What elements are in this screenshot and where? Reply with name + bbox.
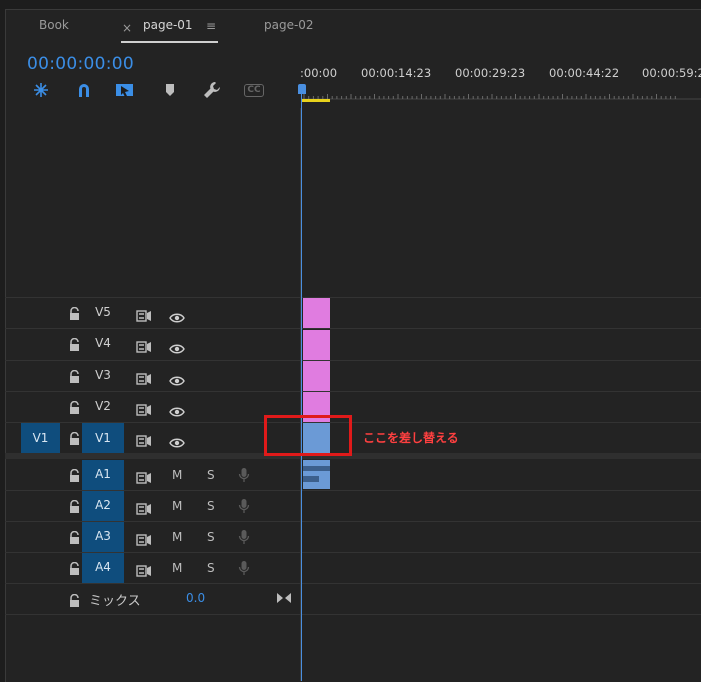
- solo-button[interactable]: S: [207, 530, 215, 544]
- lock-icon[interactable]: [68, 593, 80, 607]
- track-divider: [5, 614, 701, 615]
- playhead-line[interactable]: [301, 94, 302, 681]
- lock-icon[interactable]: [68, 431, 80, 445]
- video-track-header: [5, 392, 300, 422]
- lock-icon[interactable]: [68, 400, 80, 414]
- ripple-insert-icon[interactable]: [31, 81, 51, 99]
- clip-a1[interactable]: [303, 460, 330, 489]
- go-to-edit-point-icon[interactable]: [276, 589, 292, 608]
- sync-lock-icon[interactable]: [136, 562, 152, 581]
- video-track-header: [5, 361, 300, 391]
- mute-button[interactable]: M: [172, 530, 182, 544]
- panel-menu-icon[interactable]: ≡: [206, 19, 216, 33]
- lock-icon[interactable]: [68, 337, 80, 351]
- eye-icon[interactable]: [169, 402, 185, 421]
- linked-selection-icon[interactable]: [115, 81, 135, 99]
- track-name-a3[interactable]: A3: [82, 522, 124, 552]
- sync-lock-icon[interactable]: [136, 432, 152, 451]
- captions-icon[interactable]: CC: [243, 81, 265, 99]
- tab-book[interactable]: Book: [39, 18, 69, 32]
- lock-icon[interactable]: [68, 468, 80, 482]
- mute-button[interactable]: M: [172, 499, 182, 513]
- ruler-tick-label: 00:00:14:23: [361, 66, 432, 80]
- solo-button[interactable]: S: [207, 499, 215, 513]
- sync-lock-icon[interactable]: [136, 401, 152, 420]
- microphone-icon[interactable]: [238, 560, 250, 580]
- ruler-tick-label: :00:00: [300, 66, 338, 80]
- eye-icon[interactable]: [169, 371, 185, 390]
- track-name-v3[interactable]: V3: [82, 361, 124, 391]
- video-track-header: [5, 329, 300, 359]
- eye-icon[interactable]: [169, 339, 185, 358]
- sync-lock-icon[interactable]: [136, 370, 152, 389]
- work-area-bar[interactable]: [302, 99, 330, 102]
- lock-icon[interactable]: [68, 306, 80, 320]
- lock-icon[interactable]: [68, 530, 80, 544]
- ruler-tick-label: 00:00:29:23: [455, 66, 526, 80]
- wrench-icon[interactable]: [202, 81, 222, 99]
- time-ruler[interactable]: [302, 88, 701, 100]
- active-tab-underline: [121, 41, 218, 43]
- track-name-a1[interactable]: A1: [82, 460, 124, 490]
- playhead-handle[interactable]: [298, 84, 306, 94]
- track-name-v1[interactable]: V1: [82, 423, 124, 453]
- track-divider: [5, 583, 701, 584]
- sync-lock-icon[interactable]: [136, 469, 152, 488]
- sync-lock-icon[interactable]: [136, 500, 152, 519]
- lock-icon[interactable]: [68, 499, 80, 513]
- eye-icon[interactable]: [169, 433, 185, 452]
- ruler-tick-label: 00:00:59:2: [642, 66, 701, 80]
- track-name-v2[interactable]: V2: [82, 392, 124, 422]
- track-name-a4[interactable]: A4: [82, 553, 124, 583]
- clip-v5[interactable]: [303, 298, 330, 328]
- track-name-v5[interactable]: V5: [82, 298, 124, 328]
- mix-track-label: ミックス: [89, 594, 141, 609]
- eye-icon[interactable]: [169, 308, 185, 327]
- playhead-timecode[interactable]: 00:00:00:00: [27, 54, 134, 74]
- lock-icon[interactable]: [68, 369, 80, 383]
- annotation-text: ここを差し替える: [363, 431, 459, 445]
- sync-lock-icon[interactable]: [136, 307, 152, 326]
- solo-button[interactable]: S: [207, 468, 215, 482]
- sync-lock-icon[interactable]: [136, 338, 152, 357]
- tab-page-01[interactable]: page-01: [143, 18, 193, 32]
- ruler-tick-label: 00:00:44:22: [549, 66, 620, 80]
- source-patch-v1[interactable]: V1: [21, 423, 60, 453]
- sync-lock-icon[interactable]: [136, 531, 152, 550]
- microphone-icon[interactable]: [238, 529, 250, 549]
- highlight-box: [264, 415, 352, 456]
- mute-button[interactable]: M: [172, 468, 182, 482]
- clip-v3[interactable]: [303, 361, 330, 391]
- microphone-icon[interactable]: [238, 498, 250, 518]
- microphone-icon[interactable]: [238, 467, 250, 487]
- lock-icon[interactable]: [68, 561, 80, 575]
- track-name-v4[interactable]: V4: [82, 329, 124, 359]
- solo-button[interactable]: S: [207, 561, 215, 575]
- mute-button[interactable]: M: [172, 561, 182, 575]
- track-name-a2[interactable]: A2: [82, 491, 124, 521]
- mix-volume-value[interactable]: 0.0: [186, 591, 205, 605]
- close-tab-icon[interactable]: ×: [122, 21, 132, 35]
- tab-page-02[interactable]: page-02: [264, 18, 314, 32]
- clip-v4[interactable]: [303, 330, 330, 360]
- video-track-header: [5, 298, 300, 328]
- video-audio-divider[interactable]: [5, 453, 701, 459]
- snap-magnet-icon[interactable]: [74, 81, 94, 99]
- marker-icon[interactable]: [160, 81, 180, 99]
